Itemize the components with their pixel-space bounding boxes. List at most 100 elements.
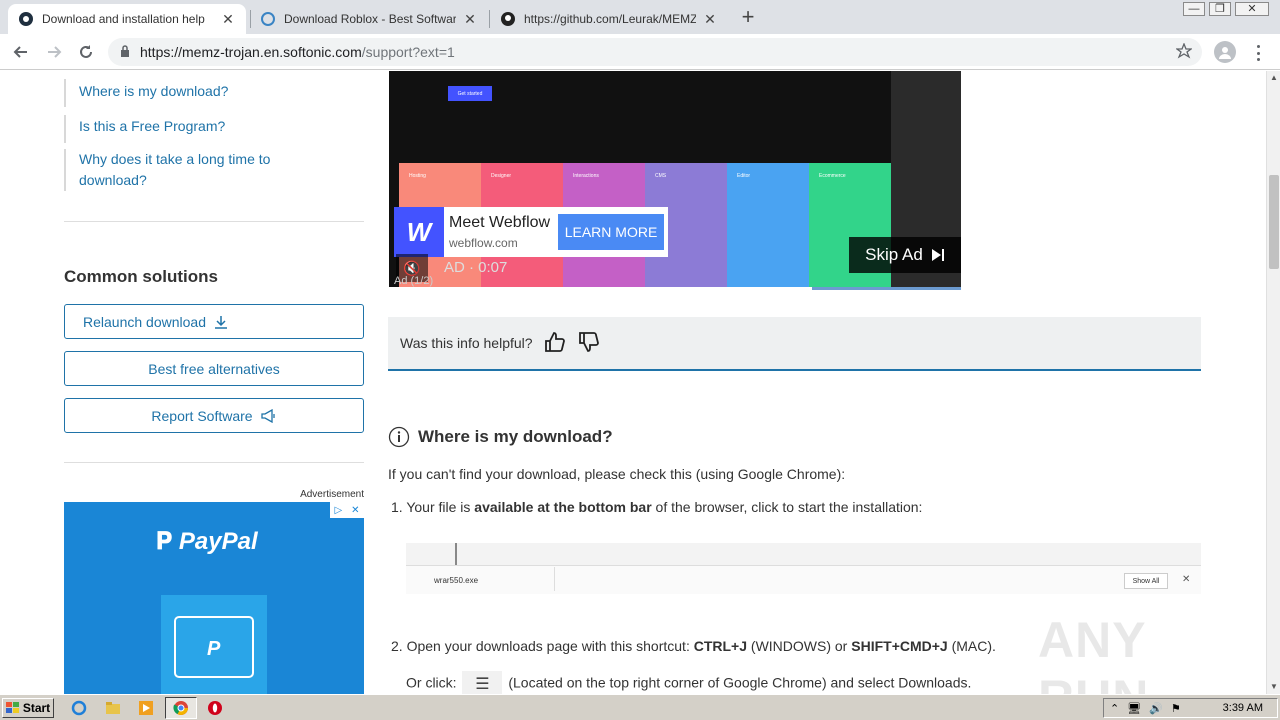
helpful-question: Was this info helpful? bbox=[400, 335, 533, 351]
webflow-title: Meet Webflow bbox=[449, 214, 551, 231]
step-bold: available at the bottom bar bbox=[474, 499, 652, 515]
step-bold: CTRL+J bbox=[693, 638, 748, 654]
button-label: Best free alternatives bbox=[148, 360, 280, 377]
step-text: Or click: bbox=[406, 674, 457, 691]
forward-arrow-icon bbox=[48, 46, 62, 58]
best-free-alternatives-button[interactable]: Best free alternatives bbox=[64, 351, 364, 386]
profile-avatar-icon[interactable] bbox=[1214, 41, 1236, 63]
video-progress-fill bbox=[389, 287, 813, 290]
minimize-button[interactable]: — bbox=[1183, 2, 1205, 16]
video-get-started: Get started bbox=[448, 86, 492, 101]
back-button[interactable] bbox=[10, 41, 32, 63]
skip-label: Skip Ad bbox=[865, 245, 923, 264]
megaphone-icon bbox=[260, 408, 275, 423]
article-title: Where is my download? bbox=[418, 427, 613, 446]
video-column: Editor bbox=[727, 163, 809, 290]
download-filename: wrar550.exe bbox=[434, 576, 479, 585]
link-accent bbox=[64, 149, 66, 191]
report-software-button[interactable]: Report Software bbox=[64, 398, 364, 433]
webflow-logo-icon: W bbox=[394, 207, 444, 257]
forward-button[interactable] bbox=[43, 41, 65, 63]
sidebar-link-where-download[interactable]: Where is my download? bbox=[79, 81, 299, 102]
video-ad-player[interactable]: Get started Hosting Designer Interaction… bbox=[389, 71, 961, 290]
url-path: /support?ext=1 bbox=[361, 44, 455, 60]
maximize-button[interactable]: ❐ bbox=[1209, 2, 1231, 16]
reload-icon bbox=[80, 45, 92, 58]
svg-text:P: P bbox=[207, 638, 221, 660]
url-host: https://memz-trojan.en.softonic.com bbox=[140, 44, 362, 60]
address-bar[interactable]: https://memz-trojan.en.softonic.com/supp… bbox=[108, 38, 1202, 66]
anyrun-watermark: ANY RUN bbox=[1038, 612, 1148, 694]
close-tab-icon[interactable]: ✕ bbox=[220, 11, 236, 27]
chrome-icon bbox=[172, 699, 190, 717]
page-scrollbar[interactable]: ▲ ▼ bbox=[1266, 71, 1280, 694]
paypal-logo: 𝐏 PayPal bbox=[156, 528, 258, 555]
sidebar-link-free-program[interactable]: Is this a Free Program? bbox=[79, 116, 299, 137]
sidebar-link-long-time[interactable]: Why does it take a long time to download… bbox=[79, 149, 299, 191]
learn-more-button[interactable]: LEARN MORE bbox=[558, 214, 664, 250]
github-favicon-icon bbox=[500, 11, 516, 27]
scrollbar-thumb[interactable] bbox=[1269, 175, 1279, 269]
roblox-favicon-icon bbox=[260, 11, 276, 27]
step-text: of the browser, click to start the insta… bbox=[651, 499, 923, 515]
new-tab-button[interactable]: + bbox=[737, 6, 759, 29]
tab-title: Download and installation help bbox=[42, 12, 205, 26]
scroll-down-icon[interactable]: ▼ bbox=[1267, 680, 1280, 694]
divider bbox=[64, 462, 364, 463]
tab-github[interactable]: https://github.com/Leurak/MEMZ/ar ✕ bbox=[490, 4, 728, 34]
download-divider bbox=[554, 567, 555, 591]
thumbs-up-icon[interactable] bbox=[543, 330, 567, 357]
paypal-logo-text: PayPal bbox=[178, 528, 258, 555]
windows-logo-icon bbox=[5, 702, 19, 713]
info-icon bbox=[388, 426, 410, 448]
tray-flag-icon[interactable]: ⚑ bbox=[1171, 702, 1181, 715]
tray-network-icon[interactable]: 🖥 bbox=[1127, 702, 1141, 715]
download-strip bbox=[406, 565, 1201, 594]
link-accent bbox=[64, 115, 66, 143]
tray-volume-icon[interactable]: 🔊 bbox=[1149, 702, 1163, 715]
article-step-1: 1. Your file is available at the bottom … bbox=[391, 499, 922, 515]
tab-title: https://github.com/Leurak/MEMZ/ar bbox=[524, 12, 696, 26]
close-window-button[interactable]: ✕ bbox=[1235, 2, 1269, 16]
clock: 3:39 AM bbox=[1222, 702, 1263, 714]
divider bbox=[64, 221, 364, 222]
webflow-url: webflow.com bbox=[449, 236, 518, 250]
close-tab-icon[interactable]: ✕ bbox=[462, 11, 478, 27]
explorer-folder-icon[interactable] bbox=[104, 699, 122, 717]
article-step-2b: Or click: ☰ (Located on the top right co… bbox=[406, 671, 971, 694]
show-all-label: Show All bbox=[1124, 573, 1168, 589]
opera-icon[interactable] bbox=[206, 699, 224, 717]
step-bold: SHIFT+CMD+J bbox=[851, 638, 948, 654]
system-tray: ⌃ 🖥 🔊 ⚑ 3:39 AM bbox=[1103, 698, 1278, 718]
tray-arrow-icon[interactable]: ⌃ bbox=[1110, 702, 1119, 715]
adchoices-icon[interactable]: ▷ ✕ bbox=[330, 502, 364, 518]
relaunch-download-button[interactable]: Relaunch download bbox=[64, 304, 364, 339]
advertisement-label: Advertisement bbox=[300, 489, 364, 500]
step-text: (MAC). bbox=[947, 638, 996, 654]
button-label: Report Software bbox=[151, 407, 253, 424]
ad-count: Ad (1/2) bbox=[394, 275, 434, 287]
bookmark-star-icon[interactable] bbox=[1175, 42, 1193, 62]
back-arrow-icon bbox=[13, 46, 27, 58]
tab-download-help[interactable]: Download and installation help ✕ bbox=[8, 4, 246, 34]
thumbs-down-icon[interactable] bbox=[577, 330, 601, 357]
close-tab-icon[interactable]: ✕ bbox=[702, 11, 718, 27]
lock-icon bbox=[120, 44, 130, 60]
tab-roblox[interactable]: Download Roblox - Best Software & ✕ bbox=[250, 4, 488, 34]
button-label: Relaunch download bbox=[83, 313, 206, 330]
reload-button[interactable] bbox=[75, 41, 97, 63]
page-content: Where is my download? Is this a Free Pro… bbox=[0, 71, 1266, 694]
video-progress-bar[interactable] bbox=[389, 287, 961, 290]
article-heading: Where is my download? bbox=[388, 426, 613, 448]
start-button[interactable]: Start bbox=[2, 698, 54, 718]
step-text: 1. Your file is bbox=[391, 499, 475, 515]
ie-icon[interactable] bbox=[70, 699, 88, 717]
common-solutions-title: Common solutions bbox=[64, 267, 218, 286]
article-step-2: 2. Open your downloads page with this sh… bbox=[391, 638, 996, 654]
paypal-ad-banner[interactable]: ▷ ✕ 𝐏 PayPal P bbox=[64, 502, 364, 694]
scroll-up-icon[interactable]: ▲ bbox=[1267, 71, 1280, 85]
skip-ad-button[interactable]: Skip Ad bbox=[849, 237, 961, 273]
webflow-card[interactable]: W Meet Webflow webflow.com LEARN MORE bbox=[394, 207, 668, 257]
browser-menu-icon[interactable] bbox=[1252, 43, 1264, 63]
media-player-icon[interactable] bbox=[137, 699, 155, 717]
